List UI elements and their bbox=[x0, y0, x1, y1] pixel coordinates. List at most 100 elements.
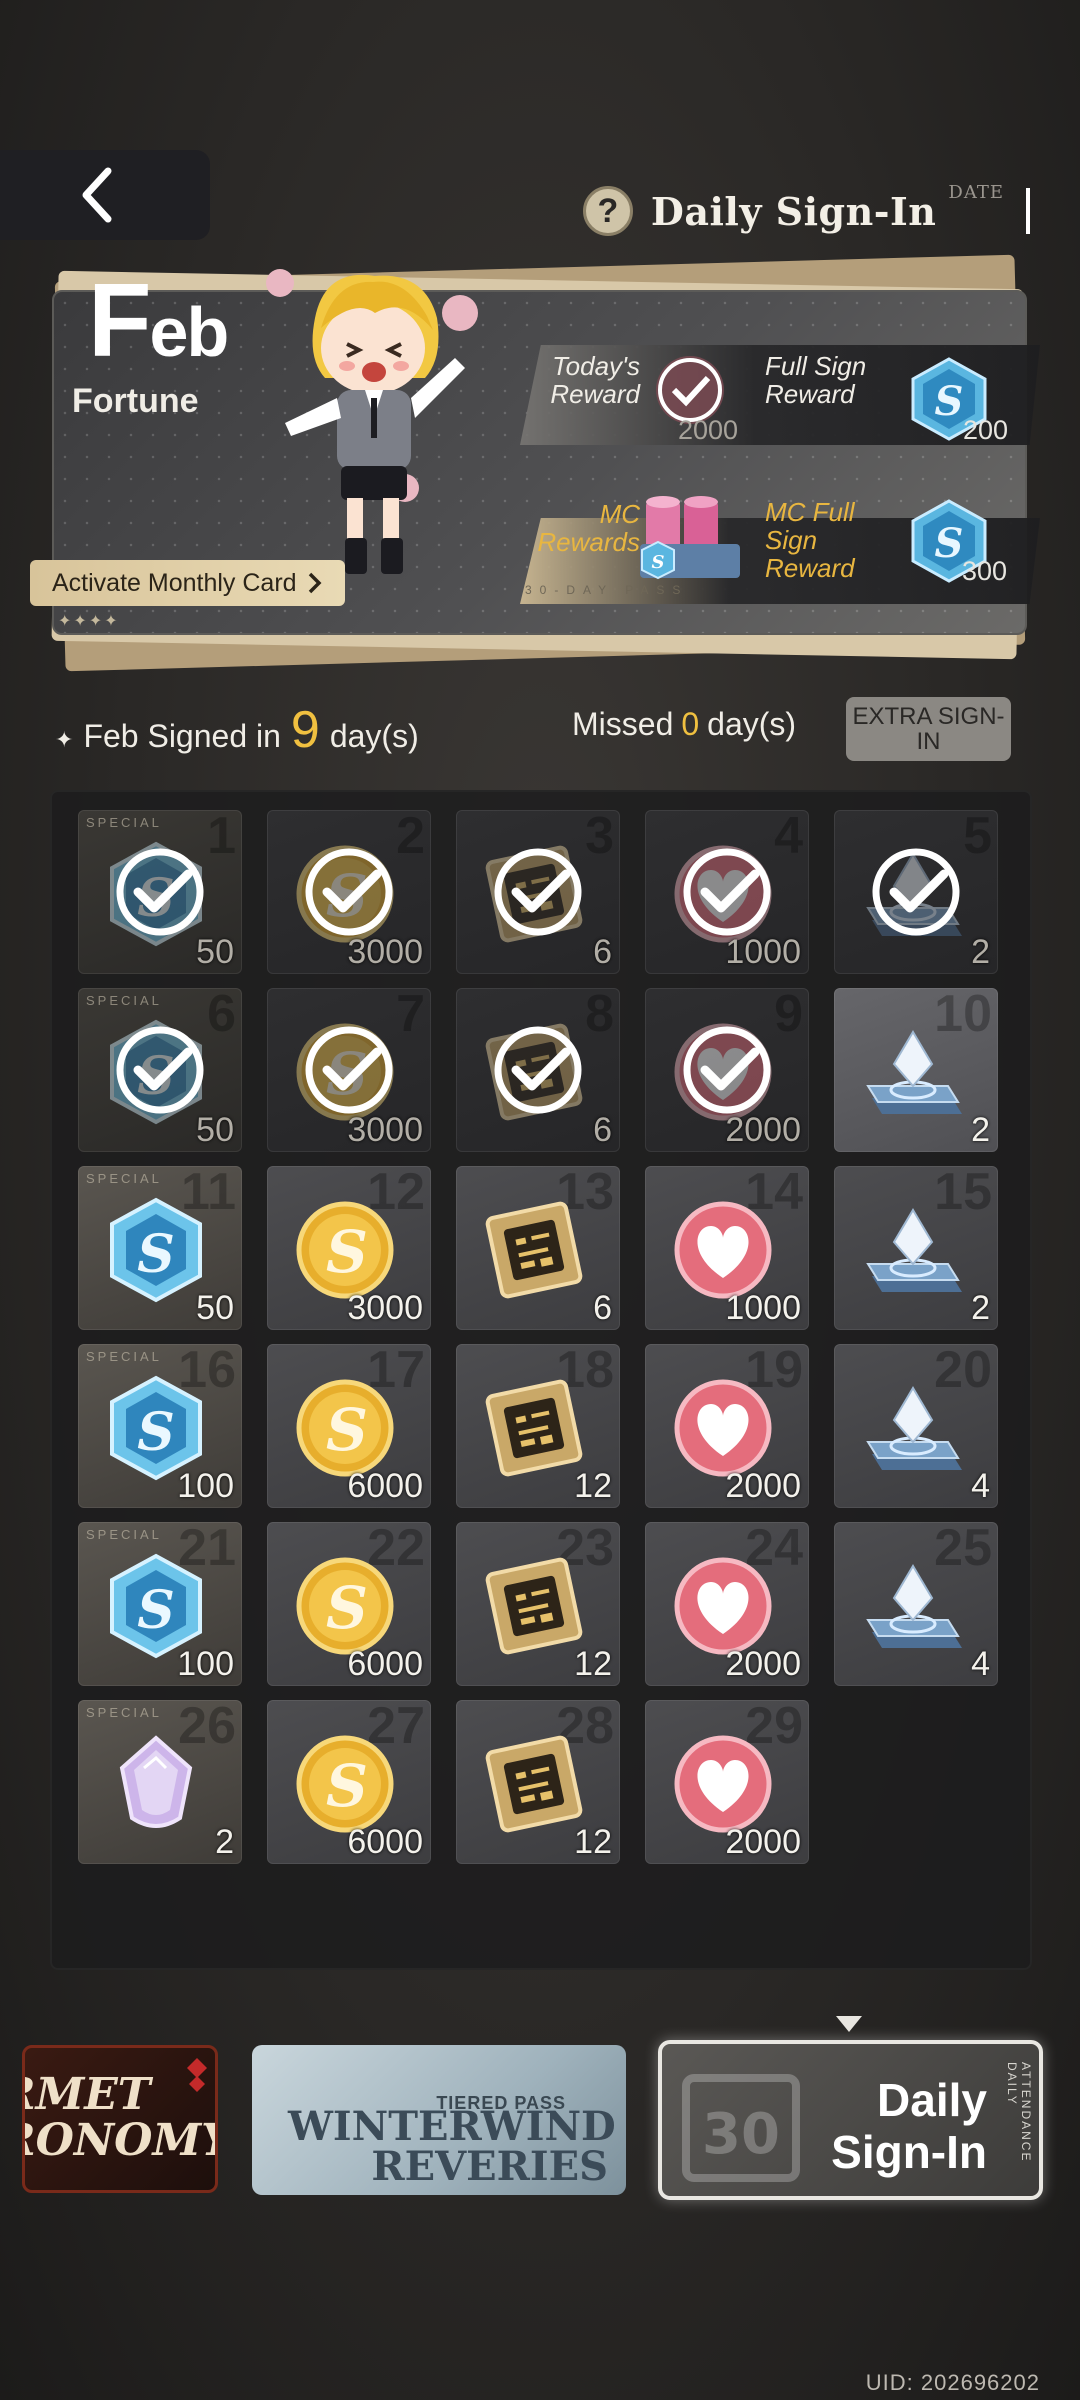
day-cell-14[interactable]: 14 1000 bbox=[645, 1166, 809, 1330]
svg-text:S: S bbox=[935, 378, 964, 425]
missed-suffix: day(s) bbox=[707, 706, 797, 742]
reward-quantity: 50 bbox=[196, 933, 234, 971]
day-cell-9[interactable]: 9 2000 bbox=[645, 988, 809, 1152]
day-cell-17[interactable]: 17 S 6000 bbox=[267, 1344, 431, 1508]
svg-text:S: S bbox=[137, 1580, 175, 1641]
title-divider bbox=[1026, 188, 1030, 234]
day-cell-4[interactable]: 4 1000 bbox=[645, 810, 809, 974]
extra-sign-in-button[interactable]: EXTRA SIGN-IN bbox=[846, 697, 1011, 761]
checkmark-icon bbox=[494, 1026, 582, 1114]
checkmark-icon bbox=[683, 1026, 771, 1114]
reward-quantity: 6 bbox=[593, 1289, 612, 1327]
calendar-30-icon: 30 bbox=[682, 2074, 800, 2182]
day-cell-1[interactable]: 1 SPECIAL S 50 bbox=[78, 810, 242, 974]
day-cell-7[interactable]: 7 S 3000 bbox=[267, 988, 431, 1152]
tab-daily-sign-in[interactable]: 30 Daily Sign-In ATTENDANCE DAILY bbox=[658, 2040, 1043, 2200]
todays-reward-label: Today's Reward bbox=[550, 351, 640, 409]
reward-quantity: 50 bbox=[196, 1111, 234, 1149]
mc-full-sign-reward-label: MC Full Sign Reward bbox=[765, 497, 855, 583]
day-cell-11[interactable]: 11 SPECIAL S 50 bbox=[78, 1166, 242, 1330]
day-cell-8[interactable]: 86 bbox=[456, 988, 620, 1152]
day-cell-19[interactable]: 19 2000 bbox=[645, 1344, 809, 1508]
svg-text:30: 30 bbox=[702, 2102, 780, 2167]
activate-monthly-card-button[interactable]: Activate Monthly Card bbox=[30, 560, 345, 606]
crystal-icon bbox=[866, 1564, 962, 1648]
user-id: UID: 202696202 bbox=[865, 2370, 1040, 2395]
tab-gourmet-gastronomy[interactable]: RMET RONOMY bbox=[22, 2045, 218, 2193]
reward-quantity: 2 bbox=[971, 1111, 990, 1149]
reward-quantity: 2 bbox=[971, 933, 990, 971]
reward-quantity: 4 bbox=[971, 1645, 990, 1683]
day-cell-23[interactable]: 23 12 bbox=[456, 1522, 620, 1686]
svg-text:S: S bbox=[935, 520, 964, 567]
svg-text:S: S bbox=[326, 1574, 368, 1642]
day-cell-29[interactable]: 29 2000 bbox=[645, 1700, 809, 1864]
day-cell-22[interactable]: 22 S 6000 bbox=[267, 1522, 431, 1686]
crystal-icon bbox=[866, 1030, 962, 1114]
svg-text:S: S bbox=[137, 1402, 175, 1463]
help-icon[interactable]: ? bbox=[582, 186, 633, 236]
crystal-icon bbox=[866, 1208, 962, 1292]
special-tag: SPECIAL bbox=[86, 1349, 162, 1364]
day-cell-5[interactable]: 52 bbox=[834, 810, 998, 974]
svg-text:S: S bbox=[652, 552, 665, 573]
day-cell-26[interactable]: 26 SPECIAL 2 bbox=[78, 1700, 242, 1864]
reward-quantity: 2000 bbox=[725, 1823, 801, 1861]
day-cell-15[interactable]: 15 2 bbox=[834, 1166, 998, 1330]
crystal-icon bbox=[866, 1386, 962, 1470]
reward-quantity: 6000 bbox=[347, 1645, 423, 1683]
day-cell-3[interactable]: 36 bbox=[456, 810, 620, 974]
day-cell-20[interactable]: 20 4 bbox=[834, 1344, 998, 1508]
diamond-icon bbox=[187, 2058, 207, 2092]
day-cell-13[interactable]: 13 6 bbox=[456, 1166, 620, 1330]
day-cell-12[interactable]: 12 S 3000 bbox=[267, 1166, 431, 1330]
day-grid: 1 SPECIAL S 50 2 S 3000 3 6 4 1000 5 2 6 SPECIAL S 50 7 S 3… bbox=[78, 810, 998, 1864]
reward-quantity: 50 bbox=[196, 1289, 234, 1327]
monthly-card-label: Activate Monthly Card bbox=[52, 568, 297, 597]
reward-quantity: 1000 bbox=[725, 1289, 801, 1327]
monthly-card-pass-icon[interactable]: S bbox=[636, 492, 746, 587]
day-cell-25[interactable]: 25 4 bbox=[834, 1522, 998, 1686]
checkmark-icon bbox=[305, 1026, 393, 1114]
checkmark-icon bbox=[305, 848, 393, 936]
day-cell-18[interactable]: 18 12 bbox=[456, 1344, 620, 1508]
tab-winterwind-reveries[interactable]: TIERED PASS WINTERWIND REVERIES bbox=[252, 2045, 626, 2195]
reward-quantity: 12 bbox=[574, 1645, 612, 1683]
decorative-stars: ✦✦✦✦ bbox=[58, 613, 120, 630]
reward-quantity: 2 bbox=[971, 1289, 990, 1327]
pass-tag: 30-DAY PASS bbox=[525, 583, 689, 597]
day-cell-6[interactable]: 6 SPECIAL S 50 bbox=[78, 988, 242, 1152]
reward-quantity: 3000 bbox=[347, 1111, 423, 1149]
back-button[interactable] bbox=[0, 150, 210, 240]
checkmark-icon bbox=[116, 848, 204, 936]
full-sign-reward-label: Full Sign Reward bbox=[765, 351, 867, 409]
reward-quantity: 12 bbox=[574, 1467, 612, 1505]
day-cell-21[interactable]: 21 SPECIAL S 100 bbox=[78, 1522, 242, 1686]
svg-text:S: S bbox=[326, 1218, 368, 1286]
reward-quantity: 3000 bbox=[347, 933, 423, 971]
day-cell-27[interactable]: 27 S 6000 bbox=[267, 1700, 431, 1864]
signed-suffix: day(s) bbox=[329, 718, 419, 754]
missed-days-summary: Missed 0 day(s) bbox=[572, 706, 796, 743]
todays-reward-amount: 2000 bbox=[678, 415, 739, 445]
day-cell-24[interactable]: 24 2000 bbox=[645, 1522, 809, 1686]
chip-icon bbox=[485, 1201, 583, 1299]
special-tag: SPECIAL bbox=[86, 815, 162, 830]
reward-quantity: 12 bbox=[574, 1823, 612, 1861]
chevron-right-icon bbox=[308, 572, 322, 594]
tab-daily-vertical-text: ATTENDANCE DAILY bbox=[1005, 2062, 1033, 2163]
page-title-tag: DATE bbox=[948, 182, 1004, 203]
svg-text:S: S bbox=[137, 1224, 175, 1285]
day-cell-16[interactable]: 16 SPECIAL S 100 bbox=[78, 1344, 242, 1508]
tab-daily-title: Daily Sign-In bbox=[831, 2074, 987, 2178]
day-cell-28[interactable]: 28 12 bbox=[456, 1700, 620, 1864]
chibi-character-illustration bbox=[266, 269, 478, 574]
reward-quantity: 6000 bbox=[347, 1467, 423, 1505]
reward-quantity: 100 bbox=[177, 1467, 234, 1505]
reward-quantity: 6000 bbox=[347, 1823, 423, 1861]
checkmark-icon bbox=[494, 848, 582, 936]
reward-quantity: 2000 bbox=[725, 1111, 801, 1149]
reward-quantity: 2000 bbox=[725, 1467, 801, 1505]
day-cell-10[interactable]: 10 2 bbox=[834, 988, 998, 1152]
day-cell-2[interactable]: 2 S 3000 bbox=[267, 810, 431, 974]
